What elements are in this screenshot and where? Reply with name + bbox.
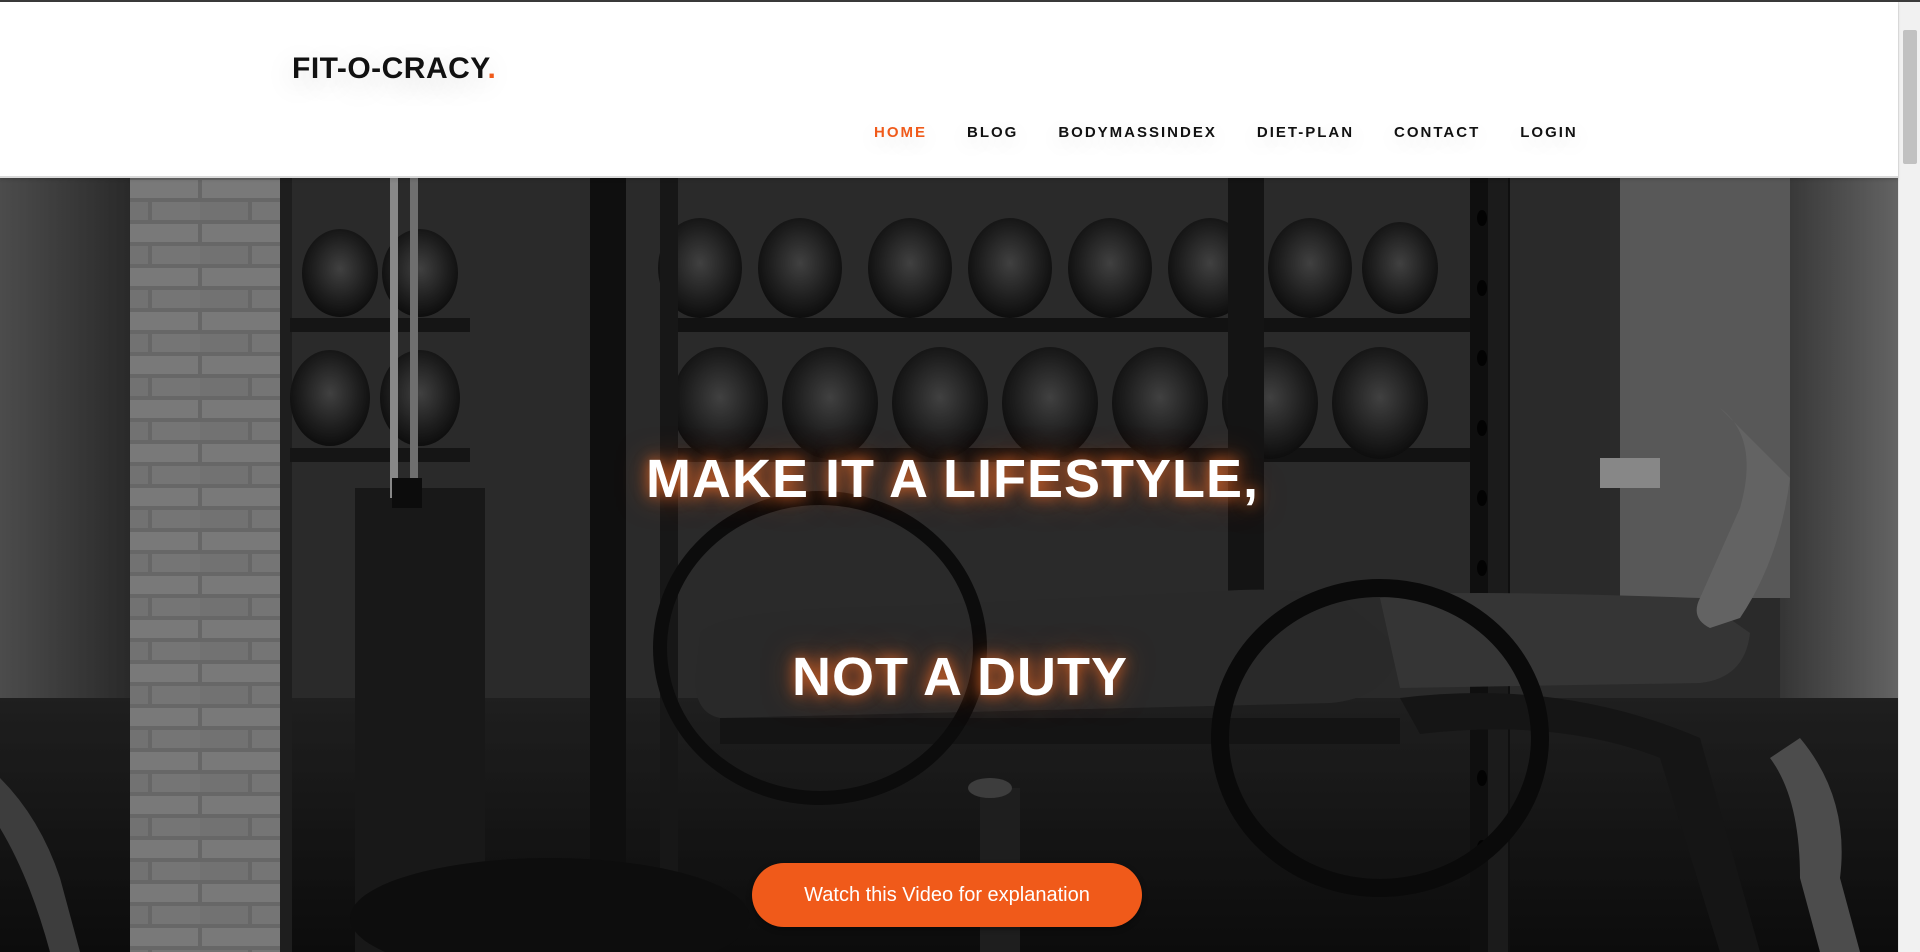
hero-section: MAKE IT A LIFESTYLE, NOT A DUTY Watch th… bbox=[0, 178, 1898, 952]
nav-item-home[interactable]: HOME bbox=[874, 124, 927, 141]
nav-item-contact[interactable]: CONTACT bbox=[1394, 124, 1480, 141]
gym-background-image bbox=[0, 178, 1898, 952]
watch-video-button[interactable]: Watch this Video for explanation bbox=[752, 863, 1142, 927]
site-logo[interactable]: FIT-O-CRACY. bbox=[292, 52, 496, 86]
nav-item-bodymassindex[interactable]: BODYMASSINDEX bbox=[1058, 124, 1217, 141]
scrollbar-thumb[interactable] bbox=[1903, 30, 1917, 164]
nav-item-login[interactable]: LOGIN bbox=[1520, 124, 1578, 141]
main-nav: HOME BLOG BODYMASSINDEX DIET-PLAN CONTAC… bbox=[874, 124, 1578, 141]
nav-item-diet-plan[interactable]: DIET-PLAN bbox=[1257, 124, 1354, 141]
logo-dot: . bbox=[487, 52, 497, 85]
page: FIT-O-CRACY. HOME BLOG BODYMASSINDEX DIE… bbox=[0, 0, 1920, 952]
site-header: FIT-O-CRACY. HOME BLOG BODYMASSINDEX DIE… bbox=[0, 2, 1898, 178]
nav-item-blog[interactable]: BLOG bbox=[967, 124, 1018, 141]
logo-text: FIT-O-CRACY bbox=[292, 52, 488, 85]
hero-headline-line2: NOT A DUTY bbox=[792, 647, 1128, 707]
hero-headline-line1: MAKE IT A LIFESTYLE, bbox=[646, 449, 1259, 509]
vertical-scrollbar[interactable] bbox=[1898, 2, 1920, 952]
